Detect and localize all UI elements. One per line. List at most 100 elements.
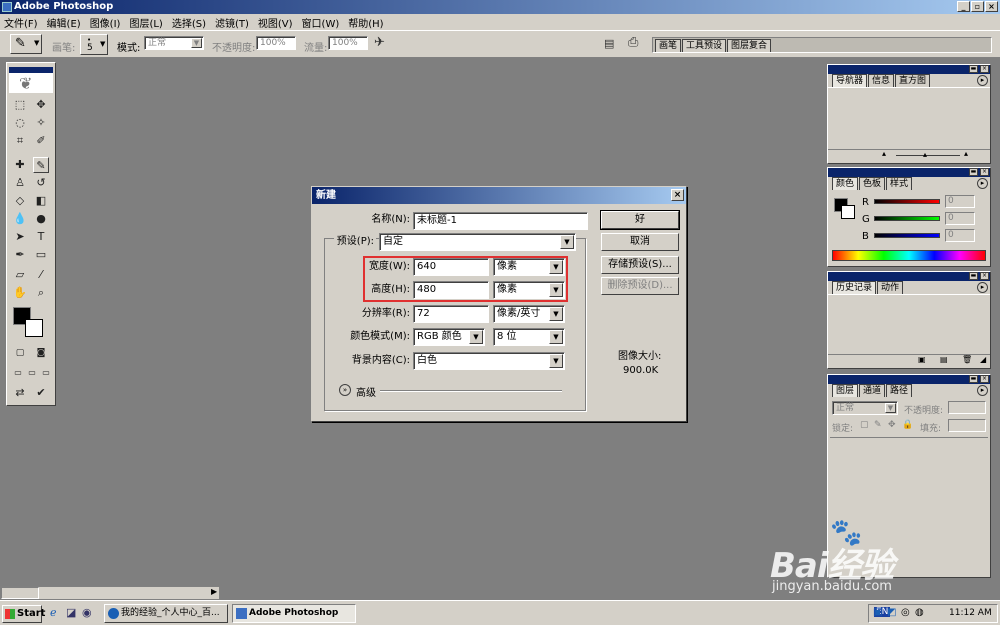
tab-styles[interactable]: 样式 <box>886 177 913 190</box>
panel-menu-icon[interactable]: ▸ <box>977 178 988 189</box>
lock-all-icon[interactable]: 🔒 <box>902 420 913 430</box>
menu-help[interactable]: 帮助(H) <box>348 15 383 30</box>
name-input[interactable]: 未标题-1 <box>413 212 588 230</box>
tab-navigator[interactable]: 导航器 <box>832 74 868 87</box>
screen-mode-full-icon[interactable]: ▭ <box>38 365 54 381</box>
file-browser-icon[interactable]: ▤ <box>604 37 614 50</box>
lock-transparent-icon[interactable]: ▢ <box>860 420 869 430</box>
blur-tool-icon[interactable]: 💧 <box>12 211 28 227</box>
opacity-field[interactable]: 100% <box>256 36 296 50</box>
tab-paths[interactable]: 路径 <box>886 384 913 397</box>
layers-opacity-field[interactable] <box>948 401 986 414</box>
type-tool-icon[interactable]: T <box>33 229 49 245</box>
ok-button[interactable]: 好 <box>600 210 680 230</box>
tab-history[interactable]: 历史记录 <box>832 281 877 294</box>
tab-channels[interactable]: 通道 <box>859 384 886 397</box>
zoom-out-icon[interactable]: ▴ <box>882 149 886 158</box>
brush-tool-icon[interactable]: ✎ <box>33 157 49 173</box>
advanced-toggle-icon[interactable]: » <box>339 384 351 396</box>
marquee-tool-icon[interactable]: ⬚ <box>12 97 28 113</box>
shape-tool-icon[interactable]: ▭ <box>33 247 49 263</box>
lock-image-icon[interactable]: ✎ <box>874 420 882 430</box>
network-icon[interactable]: ▣ <box>873 607 882 618</box>
dialog-close-button[interactable]: × <box>671 189 684 201</box>
tab-layers[interactable]: 图层 <box>832 384 859 397</box>
start-button[interactable]: Start <box>2 605 45 623</box>
path-select-icon[interactable]: ➤ <box>12 229 28 245</box>
zoom-field[interactable] <box>832 151 888 159</box>
eraser-tool-icon[interactable]: ◇ <box>12 193 28 209</box>
tab-actions[interactable]: 动作 <box>877 281 904 294</box>
scroll-right-icon[interactable]: ▶ <box>211 587 217 596</box>
layers-blend-mode[interactable]: 正常 ▼ <box>832 401 898 415</box>
panel-menu-icon[interactable]: ▸ <box>977 385 988 396</box>
slice-tool-icon[interactable]: ✐ <box>33 133 49 149</box>
panel-minimize-icon[interactable]: ▬ <box>969 65 978 73</box>
flow-field[interactable]: 100% <box>328 36 368 50</box>
menu-select[interactable]: 选择(S) <box>172 15 206 30</box>
tab-info[interactable]: 信息 <box>868 74 895 87</box>
menu-window[interactable]: 窗口(W) <box>302 15 340 30</box>
minimize-button[interactable]: _ <box>957 1 970 12</box>
panel-minimize-icon[interactable]: ▬ <box>969 272 978 280</box>
feather-logo[interactable]: ❦ <box>9 67 53 93</box>
menu-view[interactable]: 视图(V) <box>258 15 293 30</box>
mode-select[interactable]: 正常 ▼ <box>144 36 204 50</box>
layers-fill-field[interactable] <box>948 419 986 432</box>
panel-close-icon[interactable]: × <box>980 272 989 280</box>
width-input[interactable]: 640 <box>413 258 489 276</box>
panel-minimize-icon[interactable]: ▬ <box>969 168 978 176</box>
airbrush-icon[interactable]: ✈ <box>374 35 385 50</box>
channel-b-slider[interactable] <box>874 233 940 238</box>
channel-g-slider[interactable] <box>874 216 940 221</box>
resolution-unit-select[interactable]: 像素/英寸 ▼ <box>493 305 565 323</box>
panel-close-icon[interactable]: × <box>980 65 989 73</box>
restore-button[interactable]: ▫ <box>971 1 984 12</box>
brush-picker[interactable]: • 5 ▼ <box>80 34 108 55</box>
panel-menu-icon[interactable]: ▸ <box>977 282 988 293</box>
crop-tool-icon[interactable]: ⌗ <box>12 133 28 149</box>
trash-icon[interactable]: 🗑 <box>962 355 972 364</box>
well-tab-tool-presets[interactable]: 工具预设 <box>682 39 727 52</box>
imageready-icon[interactable]: ✔ <box>33 385 49 401</box>
status-field[interactable] <box>1 587 39 599</box>
channel-r-slider[interactable] <box>874 199 940 204</box>
lasso-tool-icon[interactable]: ◌ <box>12 115 28 131</box>
gradient-tool-icon[interactable]: ◧ <box>33 193 49 209</box>
stamp-tool-icon[interactable]: ♙ <box>12 175 28 191</box>
well-tab-layer-comps[interactable]: 图层复合 <box>727 39 772 52</box>
menu-filter[interactable]: 滤镜(T) <box>215 15 249 30</box>
background-color-swatch[interactable] <box>25 319 43 337</box>
zoom-tool-icon[interactable]: ⌕ <box>33 285 49 301</box>
menu-edit[interactable]: 编辑(E) <box>47 15 81 30</box>
new-snapshot-icon[interactable]: ▤ <box>940 355 948 364</box>
color-ramp[interactable] <box>832 250 986 261</box>
colormode-select[interactable]: RGB 颜色 ▼ <box>413 328 485 346</box>
height-input[interactable]: 480 <box>413 281 489 299</box>
ie-icon[interactable]: ℯ <box>50 606 57 619</box>
lock-position-icon[interactable]: ✥ <box>888 420 896 430</box>
eyedropper-icon[interactable]: ⁄ <box>33 267 49 283</box>
menu-image[interactable]: 图像(I) <box>90 15 121 30</box>
snapshot-icon[interactable]: ▣ <box>918 355 926 364</box>
close-button[interactable]: × <box>985 1 998 12</box>
tab-histogram[interactable]: 直方图 <box>895 74 931 87</box>
safety-icon[interactable]: ◍ <box>915 607 924 618</box>
magic-wand-icon[interactable]: ✧ <box>33 115 49 131</box>
notes-tool-icon[interactable]: ▱ <box>12 267 28 283</box>
panel-minimize-icon[interactable]: ▬ <box>969 375 978 383</box>
panel-close-icon[interactable]: × <box>980 168 989 176</box>
width-unit-select[interactable]: 像素 ▼ <box>493 258 565 276</box>
media-icon[interactable]: ◉ <box>82 606 92 619</box>
zoom-slider-handle-icon[interactable]: ▴ <box>923 150 927 159</box>
preset-select[interactable]: 自定 ▼ <box>379 233 576 251</box>
channel-b-value[interactable]: 0 <box>945 229 975 242</box>
tab-swatches[interactable]: 色板 <box>859 177 886 190</box>
background-select[interactable]: 白色 ▼ <box>413 352 565 370</box>
channel-g-value[interactable]: 0 <box>945 212 975 225</box>
save-preset-button[interactable]: 存储预设(S)... <box>601 256 679 274</box>
channel-r-value[interactable]: 0 <box>945 195 975 208</box>
bitdepth-select[interactable]: 8 位 ▼ <box>493 328 565 346</box>
standard-mode-icon[interactable]: ▢ <box>12 345 28 361</box>
zoom-slider[interactable] <box>896 155 960 156</box>
